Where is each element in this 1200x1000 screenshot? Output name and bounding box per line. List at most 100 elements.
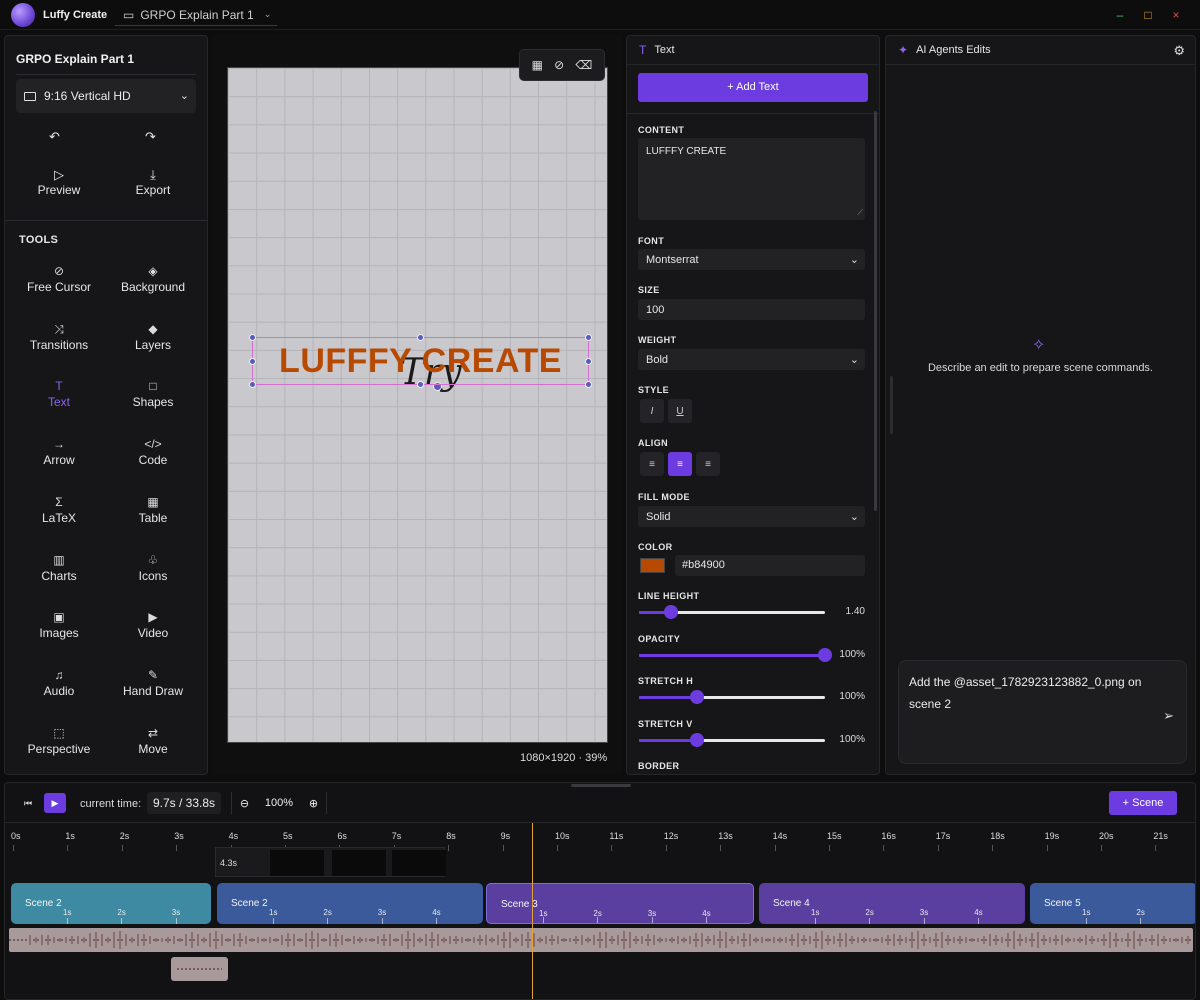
align-right-button[interactable]: ≡ bbox=[696, 452, 720, 476]
selected-text-box[interactable]: LUFFFY CREATE bbox=[249, 334, 592, 388]
play-button[interactable]: ▶ bbox=[44, 793, 66, 813]
project-tab[interactable]: ▭ GRPO Explain Part 1 ⌄ bbox=[115, 4, 277, 26]
tool-label: Audio bbox=[43, 683, 75, 698]
tool-audio[interactable]: ♫ Audio bbox=[12, 666, 106, 714]
slider-knob[interactable] bbox=[689, 733, 704, 747]
minimize-button[interactable]: – bbox=[1113, 8, 1127, 22]
playhead[interactable] bbox=[532, 823, 533, 999]
tool-shapes[interactable]: □ Shapes bbox=[106, 377, 200, 425]
zoom-out-icon[interactable]: ⊖ bbox=[240, 797, 249, 810]
canvas-size-info: 1080×1920 · 39% bbox=[520, 752, 608, 764]
close-button[interactable]: × bbox=[1169, 8, 1183, 22]
underline-button[interactable]: U bbox=[668, 399, 692, 423]
content-textarea[interactable]: LUFFFY CREATE ⟋ bbox=[638, 138, 865, 220]
scene-clip[interactable]: Scene 2 1s 2s 3s 4s bbox=[217, 883, 483, 924]
tool-transitions[interactable]: ⤨ Transitions bbox=[12, 320, 106, 368]
line-height-label: LINE HEIGHT bbox=[638, 591, 700, 601]
slider-knob[interactable] bbox=[818, 648, 832, 662]
waveform-peak bbox=[293, 933, 295, 946]
resize-handle-s[interactable] bbox=[417, 381, 424, 388]
add-text-button[interactable]: + Add Text bbox=[638, 73, 868, 102]
audio-clip[interactable] bbox=[171, 957, 228, 981]
scene-clip[interactable]: Scene 2 1s 2s 3s bbox=[11, 883, 211, 924]
panel-resizer[interactable] bbox=[890, 376, 893, 434]
stretch-h-slider[interactable] bbox=[639, 690, 825, 704]
audio-track[interactable] bbox=[9, 928, 1193, 952]
slider-knob[interactable] bbox=[663, 605, 678, 619]
tool-hand-draw[interactable]: ✎ Hand Draw bbox=[106, 666, 200, 714]
font-select[interactable]: Montserrat ⌄ bbox=[638, 249, 865, 270]
line-height-slider[interactable] bbox=[639, 605, 825, 619]
tool-video[interactable]: ▶ Video bbox=[106, 608, 200, 656]
opacity-slider[interactable] bbox=[639, 648, 832, 662]
scene-tick bbox=[121, 918, 123, 924]
undo-button[interactable]: ↶ bbox=[49, 129, 60, 145]
resize-handle-nw[interactable] bbox=[249, 334, 256, 341]
timeline-ruler[interactable]: 0s 1s 2s 3s 4s 5s 6s 7s 8s 9s 10s 11s 12s 13s 14s 15s 16… bbox=[5, 823, 1195, 851]
maximize-button[interactable]: □ bbox=[1141, 8, 1155, 22]
grid-icon[interactable]: ▦ bbox=[532, 58, 543, 72]
resize-handle-sw[interactable] bbox=[249, 381, 256, 388]
ruler-tick-label: 11s bbox=[609, 831, 624, 841]
zoom-in-icon[interactable]: ⊕ bbox=[309, 797, 318, 810]
tool-latex[interactable]: Σ LaTeX bbox=[12, 493, 106, 541]
color-swatch[interactable] bbox=[640, 558, 665, 573]
ai-prompt-input[interactable]: Add the @asset_1782923123882_0.png on sc… bbox=[898, 660, 1187, 764]
add-scene-button[interactable]: + Scene bbox=[1109, 791, 1177, 815]
weight-select[interactable]: Bold ⌄ bbox=[638, 349, 865, 370]
tool-move[interactable]: ⇄ Move bbox=[106, 724, 200, 772]
fill-mode-select[interactable]: Solid ⌄ bbox=[638, 506, 865, 527]
waveform-peak bbox=[929, 936, 931, 944]
waveform-peak bbox=[533, 932, 535, 948]
media-clip[interactable]: 4.3s bbox=[215, 847, 446, 877]
tool-layers[interactable]: ◆ Layers bbox=[106, 320, 200, 368]
eraser-icon[interactable]: ⌫ bbox=[575, 58, 592, 72]
send-icon[interactable]: ➢ bbox=[1163, 705, 1174, 727]
tool-charts[interactable]: ▥ Charts bbox=[12, 551, 106, 599]
waveform-peak bbox=[857, 937, 859, 943]
scene-clip[interactable]: Scene 3 1s 2s 3s 4s bbox=[486, 883, 754, 924]
scene-canvas[interactable]: Try bbox=[227, 67, 608, 743]
scene-clip[interactable]: Scene 5 1s 2s bbox=[1030, 883, 1195, 924]
scene-clip[interactable]: Scene 4 1s 2s 3s 4s bbox=[759, 883, 1025, 924]
tool-arrow[interactable]: → Arrow bbox=[12, 435, 106, 483]
gear-icon[interactable]: ⚙ bbox=[1173, 43, 1185, 59]
resize-handle-ne[interactable] bbox=[585, 334, 592, 341]
stretch-v-slider[interactable] bbox=[639, 733, 825, 747]
hide-icon[interactable]: ⊘ bbox=[554, 58, 564, 72]
tool-table[interactable]: ▦ Table bbox=[106, 493, 200, 541]
waveform-peak bbox=[683, 936, 685, 944]
tool-label: Perspective bbox=[27, 741, 91, 756]
scene-name: Scene 2 bbox=[25, 898, 62, 909]
preview-button[interactable]: ▷ Preview bbox=[37, 167, 81, 197]
resize-handle-e[interactable] bbox=[585, 358, 592, 365]
tool-icons[interactable]: ♧ Icons bbox=[106, 551, 200, 599]
tool-text[interactable]: T Text bbox=[12, 377, 106, 425]
resize-handle-se[interactable] bbox=[585, 381, 592, 388]
align-left-icon: ≡ bbox=[649, 458, 655, 470]
resize-handle-n[interactable] bbox=[417, 334, 424, 341]
tool-code[interactable]: </> Code bbox=[106, 435, 200, 483]
resize-grip-icon[interactable]: ⟋ bbox=[857, 208, 863, 218]
tool-perspective[interactable]: ⬚ Perspective bbox=[12, 724, 106, 772]
skip-back-button[interactable]: ⏮ bbox=[17, 793, 39, 813]
tool-background[interactable]: ◈ Background bbox=[106, 262, 200, 310]
color-hex-input[interactable]: #b84900 bbox=[675, 555, 865, 576]
scrollbar[interactable] bbox=[874, 111, 877, 511]
align-left-button[interactable]: ≡ bbox=[640, 452, 664, 476]
align-center-button[interactable]: ≡ bbox=[668, 452, 692, 476]
slider-knob[interactable] bbox=[689, 690, 704, 704]
resize-handle-w[interactable] bbox=[249, 358, 256, 365]
italic-button[interactable]: I bbox=[640, 399, 664, 423]
waveform-peak bbox=[1109, 931, 1111, 949]
tool-label: Free Cursor bbox=[26, 280, 91, 294]
tool-free-cursor[interactable]: ⊘ Free Cursor bbox=[12, 262, 106, 310]
waveform-peak bbox=[299, 937, 301, 942]
waveform-peak bbox=[389, 934, 391, 946]
size-input[interactable]: 100 bbox=[638, 299, 865, 320]
aspect-ratio-select[interactable]: 9:16 Vertical HD ⌄ bbox=[16, 79, 196, 113]
redo-button[interactable]: ↷ bbox=[145, 129, 156, 145]
tool-images[interactable]: ▣ Images bbox=[12, 608, 106, 656]
font-value: Montserrat bbox=[646, 253, 699, 266]
export-button[interactable]: ⤓ Export bbox=[131, 167, 175, 197]
